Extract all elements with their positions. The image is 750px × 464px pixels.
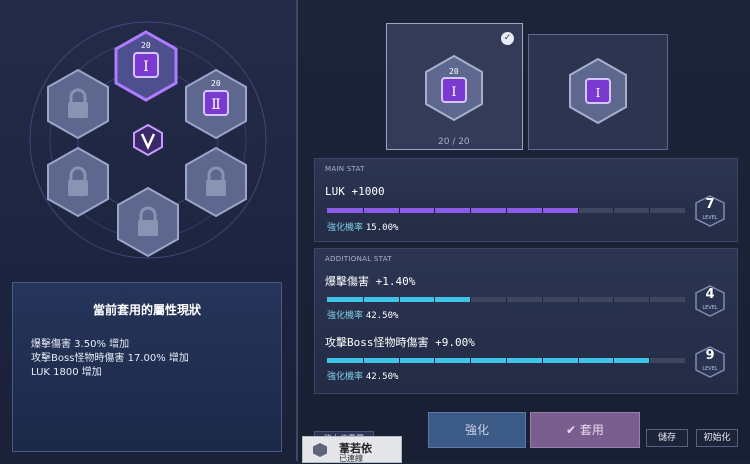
friend-notification[interactable]: 葦若依 已連線 bbox=[302, 436, 402, 463]
bar-segment-divider bbox=[649, 358, 651, 363]
bar-segment-divider bbox=[649, 297, 651, 302]
initialize-button[interactable]: 初始化 bbox=[696, 429, 738, 447]
enhance-button[interactable]: 強化 bbox=[428, 412, 526, 448]
shield-icon bbox=[313, 443, 327, 457]
current-attributes-panel: 當前套用的屬性現狀 爆擊傷害 3.50% 增加 攻擊Boss怪物時傷害 17.0… bbox=[12, 282, 282, 452]
rate-value: 42.50% bbox=[365, 311, 399, 321]
bar-segment-divider bbox=[398, 358, 400, 363]
additional-stat-rate: 強化機率 42.50% bbox=[327, 369, 398, 382]
level-number: 4 bbox=[705, 287, 715, 302]
rate-value: 15.00% bbox=[365, 223, 399, 233]
bar-segment-divider bbox=[649, 208, 651, 213]
additional-stat-bar bbox=[327, 297, 685, 302]
locked-slot-top-left[interactable] bbox=[46, 68, 110, 140]
locked-slot-bottom[interactable] bbox=[116, 186, 180, 258]
rate-label: 強化機率 bbox=[327, 311, 364, 321]
additional-stat-rate: 強化機率 42.50% bbox=[327, 308, 398, 321]
selected-gem-card[interactable]: ✓ Ⅰ 20 bbox=[386, 23, 523, 150]
rate-value: 42.50% bbox=[365, 372, 399, 382]
additional-stat-level: 4 LEVEL bbox=[695, 285, 725, 317]
locked-slot-bottom-left[interactable] bbox=[46, 146, 110, 218]
svg-text:Ⅰ: Ⅰ bbox=[143, 59, 149, 75]
gem-level-badge: 20 bbox=[141, 41, 151, 50]
bar-segment-divider bbox=[434, 358, 436, 363]
gem-slot-top[interactable]: 20 Ⅰ bbox=[114, 30, 178, 102]
bar-segment-divider bbox=[362, 208, 364, 213]
main-stat-bar bbox=[327, 208, 685, 213]
bar-segment-divider bbox=[470, 297, 472, 302]
bar-segment-divider bbox=[434, 297, 436, 302]
svg-text:Ⅱ: Ⅱ bbox=[211, 97, 221, 113]
gem-hexagon: Ⅰ bbox=[425, 54, 483, 122]
apply-label: 套用 bbox=[579, 423, 604, 437]
bar-segment-divider bbox=[362, 297, 364, 302]
additional-stat-box: ADDITIONAL STAT 爆擊傷害 +1.40% 強化機率 42.50% … bbox=[314, 248, 738, 394]
v-emblem-icon bbox=[133, 124, 163, 156]
gem-progress: 20 / 20 bbox=[438, 137, 470, 147]
bar-segment-divider bbox=[577, 297, 579, 302]
gem-card[interactable]: Ⅰ bbox=[528, 34, 668, 150]
additional-stat-bar bbox=[327, 358, 685, 363]
gem-level-badge: 20 bbox=[449, 67, 459, 76]
level-word: LEVEL bbox=[702, 366, 718, 372]
check-icon: ✓ bbox=[501, 32, 514, 45]
notification-status: 已連線 bbox=[339, 454, 363, 463]
main-stat-rate: 強化機率 15.00% bbox=[327, 220, 398, 233]
bar-segment-divider bbox=[541, 297, 543, 302]
bar-segment-divider bbox=[613, 358, 615, 363]
level-number: 9 bbox=[705, 348, 715, 363]
check-circle-icon: ✔ bbox=[566, 423, 580, 437]
svg-text:Ⅰ: Ⅰ bbox=[451, 85, 456, 100]
bar-segment-divider bbox=[577, 358, 579, 363]
bar-segment-divider bbox=[434, 208, 436, 213]
level-word: LEVEL bbox=[702, 305, 718, 311]
bar-segment-divider bbox=[506, 208, 507, 213]
additional-stat-name: 爆擊傷害 +1.40% bbox=[325, 275, 416, 288]
additional-stat-level: 9 LEVEL bbox=[695, 346, 725, 378]
bar-segment-divider bbox=[613, 297, 615, 302]
bar-segment-divider bbox=[398, 208, 400, 213]
rate-label: 強化機率 bbox=[327, 223, 364, 233]
gem-slot-right[interactable]: 20 Ⅱ bbox=[184, 68, 248, 140]
bar-segment-divider bbox=[506, 358, 507, 363]
bar-segment-divider bbox=[398, 297, 400, 302]
main-stat-name: LUK +1000 bbox=[325, 185, 385, 198]
bar-segment-divider bbox=[470, 208, 472, 213]
bar-segment-divider bbox=[577, 208, 579, 213]
bar-segment-divider bbox=[506, 297, 507, 302]
save-button[interactable]: 儲存 bbox=[646, 429, 688, 447]
level-number: 7 bbox=[705, 197, 715, 212]
roman-numeral-one-gem-icon: Ⅰ bbox=[133, 52, 159, 78]
main-stat-box: MAIN STAT LUK +1000 強化機率 15.00% 7 LEVEL bbox=[314, 158, 738, 242]
additional-stat-header: ADDITIONAL STAT bbox=[325, 255, 392, 263]
gem-hexagon: Ⅰ bbox=[569, 57, 627, 125]
attribute-line: 攻擊Boss怪物時傷害 17.00% 增加 bbox=[31, 353, 189, 364]
main-stat-bar-fill bbox=[327, 208, 578, 213]
svg-text:Ⅰ: Ⅰ bbox=[596, 86, 601, 100]
bar-segment-divider bbox=[613, 208, 615, 213]
locked-slot-bottom-right[interactable] bbox=[184, 146, 248, 218]
rate-label: 強化機率 bbox=[327, 372, 364, 382]
gem-level-badge: 20 bbox=[211, 79, 221, 88]
main-stat-level: 7 LEVEL bbox=[695, 195, 725, 227]
apply-button[interactable]: ✔ 套用 bbox=[530, 412, 640, 448]
attribute-line: LUK 1800 增加 bbox=[31, 367, 102, 378]
main-stat-header: MAIN STAT bbox=[325, 165, 365, 173]
current-attributes-title: 當前套用的屬性現狀 bbox=[92, 303, 201, 317]
level-word: LEVEL bbox=[702, 215, 718, 221]
bar-segment-divider bbox=[362, 358, 364, 363]
bar-segment-divider bbox=[541, 358, 543, 363]
additional-stat-name: 攻擊Boss怪物時傷害 +9.00% bbox=[325, 336, 475, 349]
attribute-line: 爆擊傷害 3.50% 增加 bbox=[31, 339, 130, 350]
hexagon-panel: 20 Ⅰ 20 Ⅱ 當前套用的屬性現狀 爆擊傷害 3.50% 增加 攻擊Boss… bbox=[0, 0, 298, 461]
roman-numeral-two-gem-icon: Ⅱ bbox=[203, 90, 229, 116]
bar-segment-divider bbox=[470, 358, 472, 363]
additional-stat-bar-fill bbox=[327, 358, 650, 363]
bar-segment-divider bbox=[541, 208, 543, 213]
